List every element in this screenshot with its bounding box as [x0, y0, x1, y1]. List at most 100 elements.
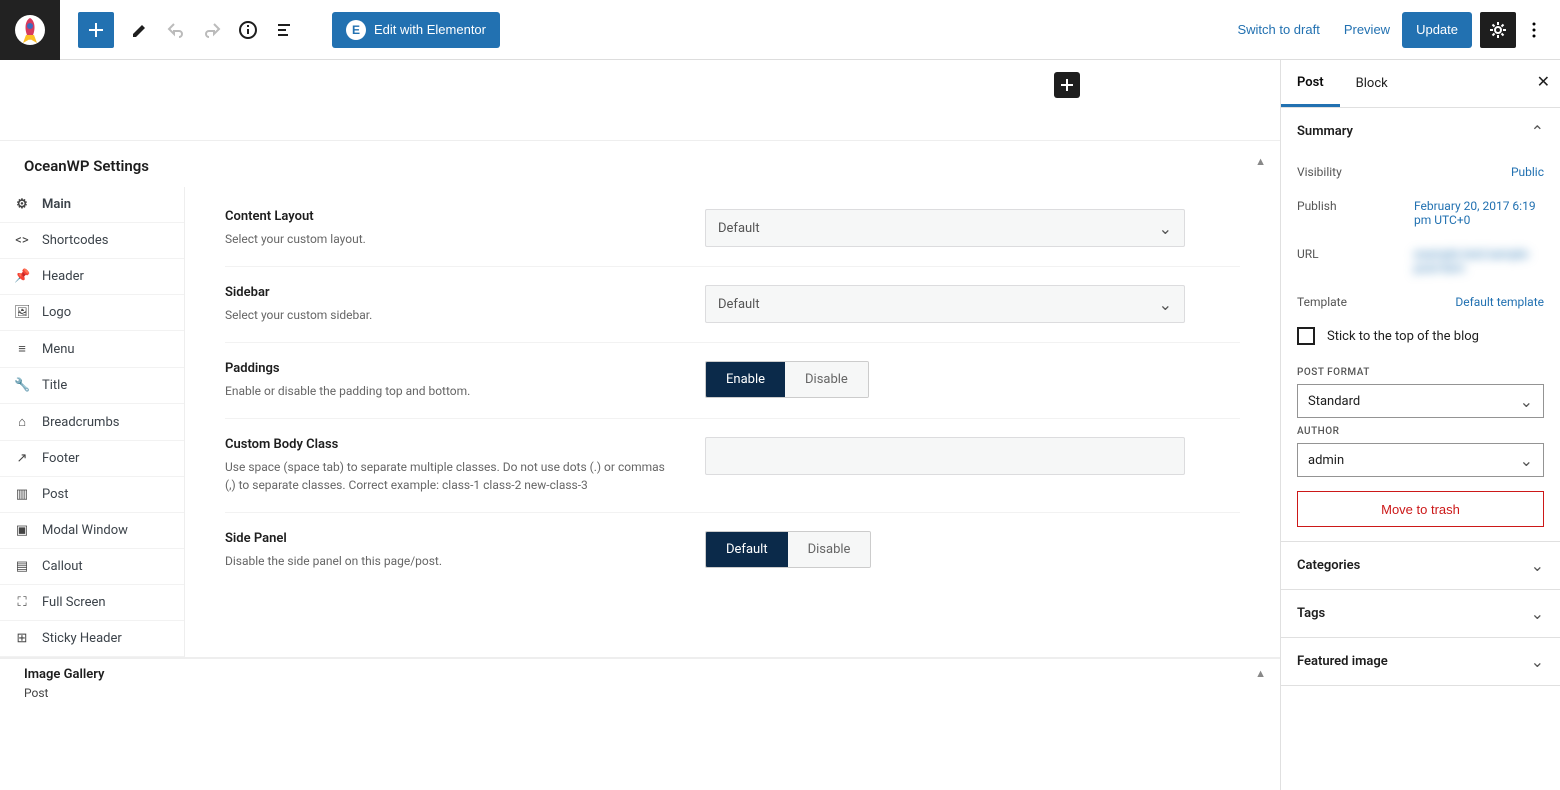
- note-icon: ▤: [14, 559, 30, 574]
- add-block-button[interactable]: [78, 12, 114, 48]
- owp-tab-main[interactable]: ⚙Main: [0, 187, 184, 223]
- gear-icon: [1488, 20, 1508, 40]
- sidebar-tab-post[interactable]: Post: [1281, 60, 1340, 107]
- post-settings-sidebar: Post Block ✕ Summary Visibility Public P…: [1280, 60, 1560, 790]
- oceanwp-main-content: Content Layout Select your custom layout…: [185, 187, 1280, 657]
- chevron-down-icon: [1520, 451, 1533, 470]
- owp-tab-menu[interactable]: ≡Menu: [0, 331, 184, 368]
- panel-collapse-toggle[interactable]: ▲: [1255, 155, 1266, 168]
- visibility-value[interactable]: Public: [1511, 165, 1544, 179]
- chevron-down-icon: [1159, 219, 1172, 238]
- plus-icon: [1059, 77, 1075, 93]
- paddings-disable[interactable]: Disable: [785, 362, 868, 397]
- rocket-icon: [13, 13, 47, 47]
- switch-to-draft-button[interactable]: Switch to draft: [1225, 22, 1331, 37]
- oceanwp-settings-panel: OceanWP Settings ▲ ⚙Main <>Shortcodes 📌H…: [0, 140, 1280, 658]
- code-icon: <>: [14, 233, 30, 248]
- featured-image-section: Featured image: [1281, 638, 1560, 686]
- info-button[interactable]: [230, 12, 266, 48]
- owp-tab-footer[interactable]: ↗Footer: [0, 441, 184, 477]
- owp-tab-title[interactable]: 🔧Title: [0, 368, 184, 404]
- owp-tab-sticky[interactable]: ⊞Sticky Header: [0, 621, 184, 657]
- owp-tab-callout[interactable]: ▤Callout: [0, 549, 184, 585]
- panel-collapse-toggle[interactable]: ▲: [1255, 667, 1266, 680]
- owp-tab-breadcrumbs[interactable]: ⌂Breadcrumbs: [0, 404, 184, 441]
- owp-tab-post[interactable]: ▥Post: [0, 477, 184, 513]
- side-panel-default[interactable]: Default: [706, 532, 788, 567]
- url-label: URL: [1297, 247, 1319, 275]
- oceanwp-settings-title: OceanWP Settings: [0, 141, 1280, 187]
- owp-tab-fullscreen[interactable]: ⛶Full Screen: [0, 585, 184, 621]
- body-class-input[interactable]: [705, 437, 1185, 475]
- stick-label: Stick to the top of the blog: [1327, 329, 1479, 344]
- chevron-down-icon: [1531, 556, 1544, 575]
- edit-mode-button[interactable]: [122, 12, 158, 48]
- publish-value[interactable]: February 20, 2017 6:19 pm UTC+0: [1414, 199, 1544, 227]
- chevron-down-icon: [1531, 604, 1544, 623]
- image-icon: 🖼: [14, 305, 30, 320]
- owp-tab-header[interactable]: 📌Header: [0, 259, 184, 295]
- summary-header[interactable]: Summary: [1281, 108, 1560, 155]
- pin-icon: 📌: [14, 269, 30, 284]
- stick-checkbox[interactable]: [1297, 327, 1315, 345]
- body-class-label: Custom Body Class: [225, 437, 665, 452]
- kebab-icon: [1524, 20, 1544, 40]
- outline-button[interactable]: [266, 12, 302, 48]
- editor-topbar: E Edit with Elementor Switch to draft Pr…: [0, 0, 1560, 60]
- author-select[interactable]: admin: [1297, 443, 1544, 477]
- publish-label: Publish: [1297, 199, 1337, 227]
- plus-icon: [86, 20, 106, 40]
- image-gallery-sub: Post: [24, 686, 104, 700]
- oceanwp-tabs: ⚙Main <>Shortcodes 📌Header 🖼Logo ≡Menu 🔧…: [0, 187, 185, 657]
- content-layout-label: Content Layout: [225, 209, 665, 224]
- redo-icon: [202, 20, 222, 40]
- site-logo[interactable]: [0, 0, 60, 60]
- content-layout-help: Select your custom layout.: [225, 230, 665, 248]
- chevron-down-icon: [1159, 295, 1172, 314]
- pencil-icon: [130, 20, 150, 40]
- paddings-toggle: Enable Disable: [705, 361, 869, 398]
- paddings-label: Paddings: [225, 361, 665, 376]
- side-panel-toggle: Default Disable: [705, 531, 871, 568]
- owp-tab-logo[interactable]: 🖼Logo: [0, 295, 184, 331]
- author-label: AUTHOR: [1297, 426, 1544, 437]
- side-panel-disable[interactable]: Disable: [788, 532, 871, 567]
- content-layout-select[interactable]: Default: [705, 209, 1185, 247]
- chevron-up-icon: [1531, 122, 1544, 141]
- home-icon: ⌂: [14, 414, 30, 430]
- side-panel-help: Disable the side panel on this page/post…: [225, 552, 665, 570]
- template-value[interactable]: Default template: [1455, 295, 1544, 309]
- fullscreen-icon: ⛶: [14, 595, 30, 610]
- arrow-icon: ↗: [14, 451, 30, 466]
- more-options-button[interactable]: [1516, 12, 1552, 48]
- template-label: Template: [1297, 295, 1347, 309]
- featured-image-header[interactable]: Featured image: [1281, 638, 1560, 685]
- block-inserter-inline[interactable]: [1054, 72, 1080, 98]
- move-to-trash-button[interactable]: Move to trash: [1297, 491, 1544, 527]
- preview-button[interactable]: Preview: [1332, 22, 1402, 37]
- settings-toggle-button[interactable]: [1480, 12, 1516, 48]
- redo-button[interactable]: [194, 12, 230, 48]
- update-button[interactable]: Update: [1402, 12, 1472, 48]
- chevron-down-icon: [1531, 652, 1544, 671]
- elementor-icon: E: [346, 20, 366, 40]
- sidebar-close-button[interactable]: ✕: [1537, 72, 1550, 91]
- sidebar-select[interactable]: Default: [705, 285, 1185, 323]
- categories-section: Categories: [1281, 542, 1560, 590]
- owp-tab-modal[interactable]: ▣Modal Window: [0, 513, 184, 549]
- image-gallery-panel: Image Gallery Post ▲: [0, 658, 1280, 708]
- owp-tab-shortcodes[interactable]: <>Shortcodes: [0, 223, 184, 259]
- sidebar-tab-block[interactable]: Block: [1340, 60, 1404, 107]
- editor-canvas: OceanWP Settings ▲ ⚙Main <>Shortcodes 📌H…: [0, 60, 1280, 790]
- edit-with-elementor-button[interactable]: E Edit with Elementor: [332, 12, 500, 48]
- categories-header[interactable]: Categories: [1281, 542, 1560, 589]
- undo-button[interactable]: [158, 12, 194, 48]
- expand-icon: ▣: [14, 523, 30, 538]
- url-value[interactable]: example.test/sample-post-item: [1414, 247, 1544, 275]
- tags-header[interactable]: Tags: [1281, 590, 1560, 637]
- paddings-enable[interactable]: Enable: [706, 362, 785, 397]
- post-format-select[interactable]: Standard: [1297, 384, 1544, 418]
- image-gallery-title: Image Gallery: [24, 667, 104, 682]
- side-panel-label: Side Panel: [225, 531, 665, 546]
- gear-icon: ⚙: [14, 197, 30, 212]
